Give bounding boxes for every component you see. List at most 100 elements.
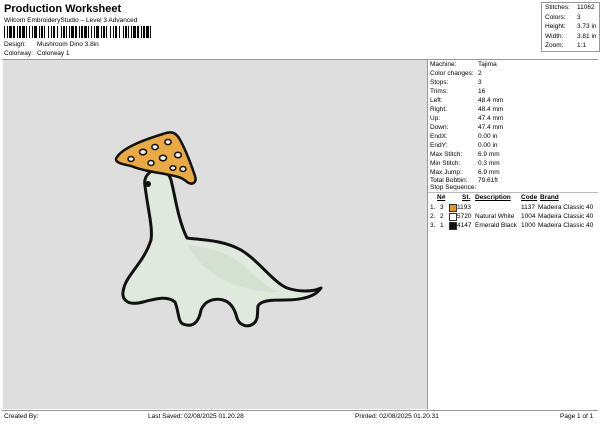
spec-label: Max Stitch:: [430, 151, 463, 158]
spec-label: Max Jump:: [430, 169, 462, 176]
stop-sequence-heading: Stop Sequence:: [430, 184, 477, 191]
stop-row-brand: Madeira Classic 40: [538, 222, 594, 229]
stop-row-brand: Madeira Classic 40: [538, 213, 594, 220]
summary-box: Stitches: 11062 Colors: 3 Height: 3.73 in W…: [541, 2, 600, 52]
spec-row: Stops: 3: [430, 79, 482, 86]
spec-value: 47.4 mm: [478, 115, 504, 122]
spec-row: Machine: Tajima: [430, 61, 497, 68]
summary-label: Stitches:: [545, 4, 570, 11]
stop-row-n: 2: [440, 213, 444, 220]
spec-label: Color changes:: [430, 70, 474, 77]
software-subtitle: Wilcom EmbroideryStudio – Level 3 Advanc…: [4, 17, 138, 24]
spec-row: EndY: 0.00 in: [430, 142, 498, 149]
stop-row-idx: 3.: [430, 222, 436, 229]
spec-label: Up:: [430, 115, 441, 122]
stop-row-code: 1000: [521, 222, 536, 229]
spec-row: Color changes: 2: [430, 70, 482, 77]
summary-value: 11062: [577, 4, 595, 11]
spec-row: Total Bobbin: 79.61ft: [430, 177, 498, 184]
spec-value: 48.4 mm: [478, 106, 504, 113]
footer-last-saved: Last Saved: 02/08/2025 01.20.28: [148, 413, 244, 420]
spec-row: Up: 47.4 mm: [430, 115, 503, 122]
summary-row-colors: Colors: 3: [545, 13, 581, 21]
stop-row-st: 4147: [457, 222, 472, 229]
stop-sequence-divider: [428, 192, 598, 193]
colorway-value: Colorway 1: [37, 50, 70, 57]
spec-value: 79.61ft: [478, 177, 498, 184]
spec-value: 48.4 mm: [478, 97, 504, 104]
page-title: Production Worksheet: [4, 3, 122, 15]
summary-label: Zoom:: [545, 42, 564, 49]
summary-value: 1:1: [577, 42, 587, 49]
spec-row: Max Jump: 6.9 mm: [430, 169, 500, 176]
spec-row: Max Stitch: 6.9 mm: [430, 151, 500, 158]
thread-color-swatch: [449, 222, 457, 230]
spec-value: 16: [478, 88, 486, 95]
summary-label: Height:: [545, 23, 566, 30]
footer-created-by: Created By:: [4, 413, 39, 420]
spec-label: Min Stitch:: [430, 160, 461, 167]
col-header-n: N#: [437, 194, 446, 201]
spec-label: Right:: [430, 106, 447, 113]
barcode: [4, 26, 151, 38]
design-value: Mushroom Dino 3.8in: [37, 41, 99, 48]
spec-row: Right: 48.4 mm: [430, 106, 503, 113]
spec-row: Down: 47.4 mm: [430, 124, 503, 131]
thread-color-swatch: [449, 204, 457, 212]
design-label: Design:: [4, 41, 27, 48]
dino-eye: [145, 181, 151, 187]
footer-printed: Printed: 02/08/2025 01.20.31: [355, 413, 439, 420]
summary-value: 3: [577, 13, 581, 21]
spec-value: 3: [478, 79, 482, 86]
stop-row-description: Natural White: [475, 213, 515, 220]
spec-label: Total Bobbin:: [430, 177, 468, 184]
summary-value: 3.81 in: [577, 32, 597, 40]
spec-label: EndX:: [430, 133, 448, 140]
stop-row-idx: 2.: [430, 213, 436, 220]
stop-row-n: 1: [440, 222, 444, 229]
dino-artwork: [114, 131, 323, 328]
design-row: Design: Mushroom Dino 3.8in: [4, 41, 204, 50]
summary-row-stitches: Stitches: 11062: [545, 4, 595, 11]
thread-color-swatch: [449, 213, 457, 221]
spec-value: 0.00 in: [478, 133, 498, 140]
spec-row: EndX: 0.00 in: [430, 133, 498, 140]
spec-value: 6.9 mm: [478, 151, 500, 158]
spec-label: Machine:: [430, 61, 457, 68]
footer-divider: [2, 410, 598, 411]
col-header-brand: Brand: [540, 194, 559, 201]
stop-row-st: 1193: [457, 204, 471, 211]
stop-row-code: 1004: [521, 213, 536, 220]
stop-row-code: 1137: [521, 204, 535, 211]
colorway-row: Colorway: Colorway 1: [4, 50, 204, 59]
spec-label: Stops:: [430, 79, 449, 86]
summary-label: Colors:: [545, 13, 566, 21]
footer-page: Page 1 of 1: [560, 413, 594, 420]
spec-value: 47.4 mm: [478, 124, 504, 131]
col-header-code: Code: [521, 194, 538, 201]
stop-row-st: 5720: [457, 213, 472, 220]
summary-row-height: Height: 3.73 in: [545, 23, 597, 30]
spec-value: 0.3 mm: [478, 160, 500, 167]
col-header-description: Description: [475, 194, 511, 201]
spec-value: 6.9 mm: [478, 169, 500, 176]
spec-value: Tajima: [478, 61, 497, 68]
spec-label: EndY:: [430, 142, 448, 149]
summary-value: 3.73 in: [577, 23, 597, 30]
spec-row: Trims: 16: [430, 88, 485, 95]
dino-body: [121, 168, 323, 328]
stop-row-description: Emerald Black: [475, 222, 517, 229]
spec-label: Trims:: [430, 88, 448, 95]
spec-value: 2: [478, 70, 482, 77]
colorway-label: Colorway:: [4, 50, 33, 57]
stop-row-n: 3: [440, 204, 444, 211]
spec-value: 0.00 in: [478, 142, 498, 149]
summary-row-zoom: Zoom: 1:1: [545, 42, 586, 49]
spec-row: Left: 48.4 mm: [430, 97, 503, 104]
spec-label: Left:: [430, 97, 443, 104]
spec-label: Down:: [430, 124, 449, 131]
col-header-st: St.: [462, 194, 471, 201]
stop-row-brand: Madeira Classic 40: [538, 204, 594, 211]
design-preview: [3, 60, 428, 409]
summary-row-width: Width: 3.81 in: [545, 33, 597, 40]
